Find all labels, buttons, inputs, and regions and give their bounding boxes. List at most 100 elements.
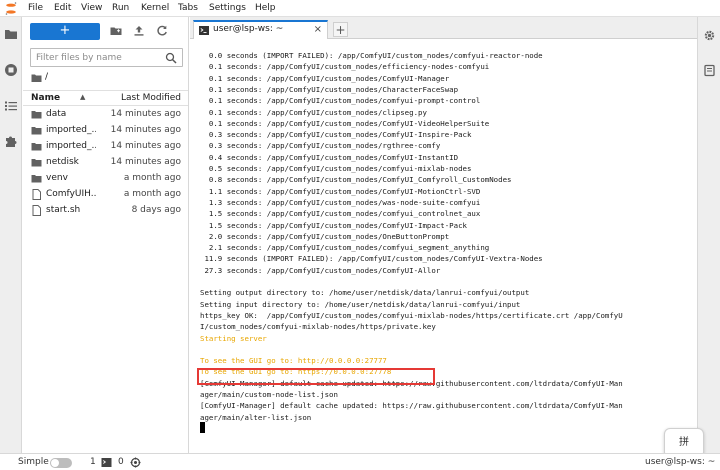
menu-tabs[interactable]: Tabs [178,3,198,13]
file-name: imported_... [46,141,96,151]
file-name: venv [46,173,68,183]
menu-edit[interactable]: Edit [54,3,71,13]
file-row[interactable]: data 14 minutes ago [23,107,188,123]
file-modified: 14 minutes ago [110,157,181,167]
file-row[interactable]: venv a month ago [23,171,188,187]
terminal-line: 0.4 seconds: /app/ComfyUI/custom_nodes/C… [200,152,459,162]
folder-icon [31,175,42,183]
left-activity-bar [0,17,22,453]
folder-icon [31,159,42,167]
file-row[interactable]: netdisk 14 minutes ago [23,155,188,171]
terminal-line: 0.3 seconds: /app/ComfyUI/custom_nodes/r… [200,141,441,151]
terminal-line: 0.1 seconds: /app/ComfyUI/custom_nodes/e… [200,62,490,72]
terminal-line: 27.3 seconds: /app/ComfyUI/custom_nodes/… [200,265,441,275]
file-modified: a month ago [123,173,181,183]
menu-view[interactable]: View [81,3,102,13]
menu-kernel[interactable]: Kernel [141,3,169,13]
settings-gear-icon[interactable] [703,29,716,42]
folder-icon[interactable] [31,73,42,83]
terminal-line: To see the GUI go to: http://0.0.0.0:277… [200,356,387,366]
tab-label: user@lsp-ws: ~ [213,24,284,34]
terminal-cursor [200,422,205,433]
terminal-line: Setting output directory to: /home/user/… [200,288,530,298]
sort-ascending-icon[interactable]: ▲ [80,93,85,101]
terminal-line: 11.9 seconds (IMPORT FAILED): /app/Comfy… [200,254,543,264]
folder-icon [31,143,42,151]
file-modified: 14 minutes ago [110,125,181,135]
terminal-line: 1.5 seconds: /app/ComfyUI/custom_nodes/c… [200,209,481,219]
terminal-line: [ComfyUI-Manager] default cache updated:… [200,401,623,411]
terminal-line: 0.1 seconds: /app/ComfyUI/custom_nodes/c… [200,96,481,106]
user-host-label: user@lsp-ws: ~ [645,457,716,467]
extension-puzzle-icon[interactable] [4,134,18,148]
right-sidebar [697,17,720,453]
close-tab-icon[interactable]: × [314,24,322,35]
file-modified: 8 days ago [131,205,181,215]
terminal-line: 0.1 seconds: /app/ComfyUI/custom_nodes/C… [200,118,490,128]
file-browser-panel: + / Name ▲ Last Modified data 14 minutes … [23,17,189,453]
running-stop-icon[interactable] [4,63,18,77]
search-icon [165,52,177,64]
terminal-line: Setting input directory to: /home/user/n… [200,299,521,309]
new-folder-icon[interactable] [110,25,122,37]
breadcrumb-root[interactable]: / [45,72,48,82]
upload-icon[interactable] [133,25,145,37]
terminal-line: 0.0 seconds (IMPORT FAILED): /app/ComfyU… [200,51,543,60]
menu-bar: File Edit View Run Kernel Tabs Settings … [0,0,720,17]
simple-mode-label: Simple [18,457,49,467]
terminal-line: Starting server [200,333,267,343]
column-name-header[interactable]: Name [31,93,60,103]
terminal-output[interactable]: 0.0 seconds (IMPORT FAILED): /app/ComfyU… [193,40,694,450]
status-bar: Simple 1 0 user@lsp-ws: ~ [0,453,720,470]
terminal-icon [199,26,209,35]
refresh-icon[interactable] [156,25,168,37]
terminal-line: 0.1 seconds: /app/ComfyUI/custom_nodes/C… [200,84,459,94]
menu-settings[interactable]: Settings [209,3,246,13]
file-row[interactable]: imported_... 14 minutes ago [23,139,188,155]
terminal-line: 1.3 seconds: /app/ComfyUI/custom_nodes/w… [200,197,481,207]
file-modified: a month ago [123,189,181,199]
file-row[interactable]: imported_... 14 minutes ago [23,123,188,139]
file-icon [32,205,41,216]
file-name: start.sh [46,205,81,215]
terminal-line: ager/main/custom-node-list.json [200,390,338,399]
kernels-count[interactable]: 0 [118,457,124,467]
file-modified: 14 minutes ago [110,141,181,151]
file-icon [32,189,41,200]
terminal-line: I/custom_nodes/comfyui-mixlab-nodes/http… [200,322,436,332]
menu-help[interactable]: Help [255,3,276,13]
simple-mode-toggle[interactable] [50,458,72,468]
file-list-header: Name ▲ Last Modified [23,90,188,106]
file-filter-box [30,48,183,67]
terminal-status-icon[interactable] [101,457,112,468]
terminal-line: 0.8 seconds: /app/ComfyUI/custom_nodes/C… [200,175,512,185]
file-name: ComfyUIH... [46,189,96,199]
terminal-line: 2.0 seconds: /app/ComfyUI/custom_nodes/O… [200,231,450,241]
terminal-line: 0.5 seconds: /app/ComfyUI/custom_nodes/c… [200,164,472,173]
terminal-line: 0.3 seconds: /app/ComfyUI/custom_nodes/C… [200,130,472,140]
menu-run[interactable]: Run [112,3,129,13]
terminal-line: 0.1 seconds: /app/ComfyUI/custom_nodes/c… [200,107,427,117]
main-dock-area: user@lsp-ws: ~ × + 0.0 seconds (IMPORT F… [190,17,697,453]
table-of-contents-icon[interactable] [4,99,18,113]
menu-file[interactable]: File [28,3,43,13]
terminal-line: 1.5 seconds: /app/ComfyUI/custom_nodes/C… [200,220,467,230]
file-filter-input[interactable] [36,51,161,65]
file-row[interactable]: start.sh 8 days ago [23,203,188,219]
jupyter-logo-icon [5,2,17,15]
kernel-status-icon[interactable] [130,457,141,468]
file-modified: 14 minutes ago [110,109,181,119]
folder-icon[interactable] [4,27,18,41]
property-inspector-icon[interactable] [703,64,716,77]
file-name: imported_... [46,125,96,135]
column-modified-header[interactable]: Last Modified [121,93,181,103]
terminal-line: 1.1 seconds: /app/ComfyUI/custom_nodes/C… [200,186,481,196]
new-launcher-button[interactable]: + [30,23,100,40]
file-row[interactable]: ComfyUIH... a month ago [23,187,188,203]
highlight-box [197,368,435,385]
tab-terminal[interactable]: user@lsp-ws: ~ × [193,20,328,39]
add-tab-button[interactable]: + [333,22,348,37]
file-name: netdisk [46,157,79,167]
folder-icon [31,127,42,135]
terminals-count[interactable]: 1 [90,457,96,467]
